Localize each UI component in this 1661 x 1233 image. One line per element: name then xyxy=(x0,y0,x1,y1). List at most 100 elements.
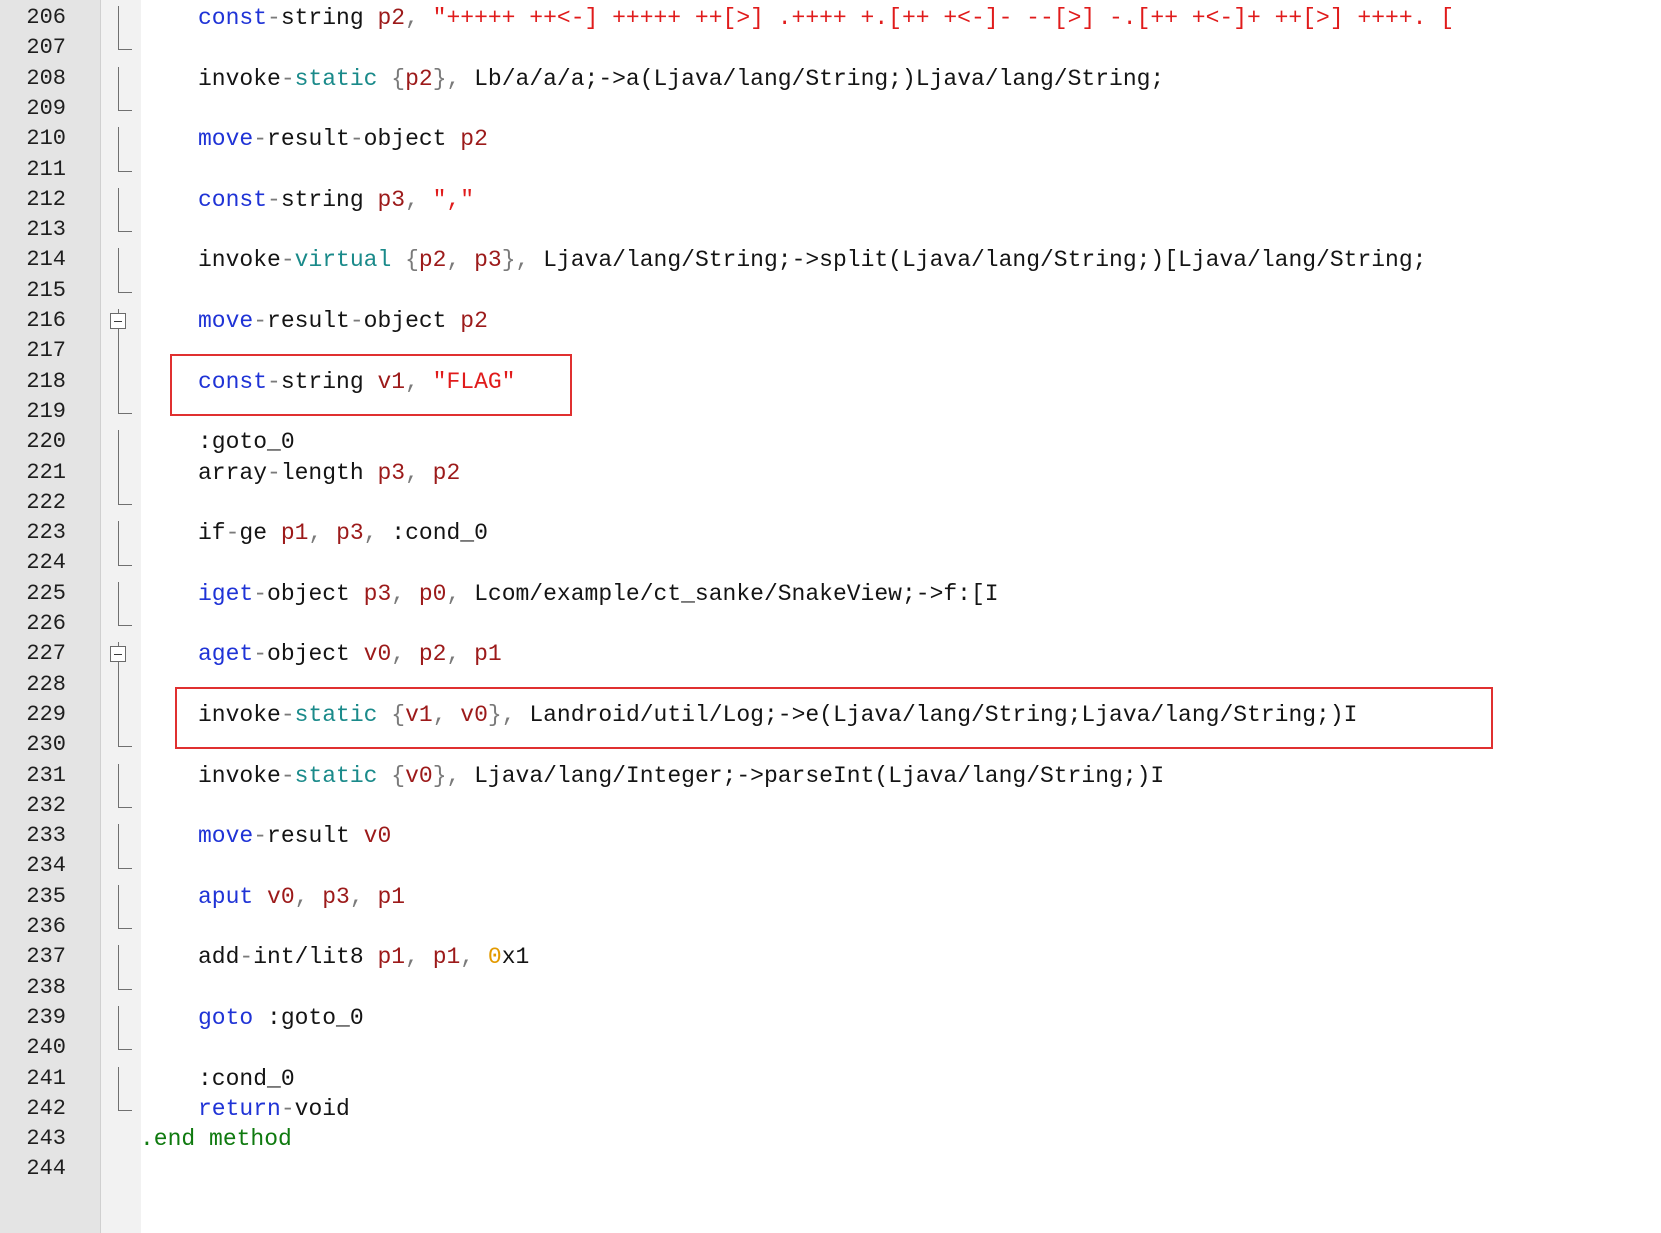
code-line[interactable]: 210 move-result-object p2 xyxy=(0,123,1661,155)
fold-guide-end xyxy=(118,291,132,293)
code-token: p0 xyxy=(418,580,447,607)
code-line[interactable]: 227 aget-object v0, p2, p1 xyxy=(0,638,1661,670)
code-token: const xyxy=(198,5,268,31)
code-line[interactable]: 242 return-void xyxy=(0,1093,1661,1125)
code-line[interactable]: 213 xyxy=(0,214,1661,246)
code-token: iget xyxy=(198,580,254,607)
code-token: p2 xyxy=(377,5,406,31)
line-number: 233 xyxy=(26,823,66,849)
code-line[interactable]: 239 goto :goto_0 xyxy=(0,1002,1661,1034)
code-line[interactable]: 231 invoke-static {v0}, Ljava/lang/Intege… xyxy=(0,760,1661,792)
code-line[interactable]: 238 xyxy=(0,972,1661,1004)
code-line[interactable]: 232 xyxy=(0,790,1661,822)
code-line[interactable]: 209 xyxy=(0,93,1661,125)
code-token: virtual xyxy=(294,247,392,274)
code-line[interactable]: 207 xyxy=(0,32,1661,64)
code-token: move xyxy=(198,308,254,334)
code-line[interactable]: 211 xyxy=(0,154,1661,186)
code-line[interactable]: 233 move-result v0 xyxy=(0,820,1661,852)
fold-guide xyxy=(118,66,119,111)
code-token: array xyxy=(198,459,268,486)
code-token: result xyxy=(267,823,364,850)
code-line[interactable]: 206 const-string p2, "+++++ ++<-] +++++ +… xyxy=(0,2,1661,34)
code-token: result xyxy=(267,308,350,334)
code-line[interactable]: 223 if-ge p1, p3, :cond_0 xyxy=(0,517,1661,549)
code-line[interactable]: 220:goto_0 xyxy=(0,426,1661,458)
code-token: return xyxy=(198,1095,281,1122)
fold-guide xyxy=(118,430,119,504)
code-text: invoke-virtual {p2, p3}, Ljava/lang/Stri… xyxy=(198,244,1426,276)
line-number: 215 xyxy=(26,277,66,303)
line-number: 223 xyxy=(26,520,66,546)
code-line[interactable]: 237 add-int/lit8 p1, p1, 0x1 xyxy=(0,941,1661,973)
code-token: , xyxy=(391,580,419,607)
fold-guide xyxy=(118,945,119,989)
fold-toggle-icon[interactable] xyxy=(110,646,126,663)
code-token: - xyxy=(280,65,295,92)
code-text: add-int/lit8 p1, p1, 0x1 xyxy=(198,941,529,973)
code-token: p2 xyxy=(405,65,433,92)
code-editor[interactable]: 206 const-string p2, "+++++ ++<-] +++++ +… xyxy=(0,0,1661,1233)
code-token: p2 xyxy=(460,308,488,334)
code-line[interactable]: 214 invoke-virtual {p2, p3}, Ljava/lang/S… xyxy=(0,244,1661,276)
code-token: v0 xyxy=(363,641,392,668)
code-text: goto :goto_0 xyxy=(198,1002,364,1034)
fold-guide-end xyxy=(118,503,132,505)
line-number: 212 xyxy=(26,186,66,212)
code-token: { xyxy=(391,247,419,274)
code-line[interactable]: 221 array-length p3, p2 xyxy=(0,457,1661,489)
line-number: 226 xyxy=(26,611,66,636)
code-token: result xyxy=(267,126,350,153)
line-number: 216 xyxy=(26,308,66,333)
code-line[interactable]: 226 xyxy=(0,608,1661,640)
code-text: move-result-object p2 xyxy=(198,123,488,155)
fold-guide xyxy=(118,763,119,807)
code-token: p1 xyxy=(432,944,461,971)
code-line[interactable]: 236 xyxy=(0,911,1661,943)
code-token: - xyxy=(239,944,254,971)
code-line[interactable]: 215 xyxy=(0,275,1661,307)
code-token: move xyxy=(198,823,254,850)
code-token: - xyxy=(280,762,295,789)
code-text: array-length p3, p2 xyxy=(198,457,460,489)
code-token: "+++++ ++<-] +++++ ++[>] .++++ +.[++ +<-… xyxy=(432,5,1455,31)
code-line[interactable]: 241:cond_0 xyxy=(0,1063,1661,1095)
fold-guide-end xyxy=(118,746,132,748)
fold-guide xyxy=(118,1066,119,1110)
line-number: 225 xyxy=(26,580,66,606)
code-token: int/lit8 xyxy=(253,944,378,971)
code-token: , xyxy=(446,641,475,668)
code-token: , xyxy=(446,580,475,607)
fold-guide-end xyxy=(118,806,132,808)
code-line[interactable]: 244 xyxy=(0,1153,1661,1185)
code-token: object xyxy=(363,308,461,334)
code-token: string xyxy=(280,186,378,213)
code-token: , xyxy=(308,520,337,547)
code-line[interactable]: 212 const-string p3, "," xyxy=(0,184,1661,216)
code-line[interactable]: 224 xyxy=(0,547,1661,579)
code-token: , xyxy=(294,883,323,910)
code-line[interactable]: 235 aput v0, p3, p1 xyxy=(0,881,1661,913)
code-token: , xyxy=(446,247,475,274)
code-line[interactable]: 216 move-result-object p2 xyxy=(0,305,1661,337)
code-line[interactable]: 240 xyxy=(0,1032,1661,1064)
code-token: p3 xyxy=(377,459,406,486)
fold-toggle-icon[interactable] xyxy=(110,313,126,329)
line-number: 213 xyxy=(26,217,66,243)
code-token: const xyxy=(198,186,268,213)
code-token: - xyxy=(253,580,268,607)
line-number: 228 xyxy=(26,671,66,697)
line-number: 208 xyxy=(26,65,66,91)
code-token: 0 xyxy=(487,944,502,971)
code-line[interactable]: 234 xyxy=(0,850,1661,882)
code-line[interactable]: 222 xyxy=(0,487,1661,519)
code-line[interactable]: 225 iget-object p3, p0, Lcom/example/ct_s… xyxy=(0,578,1661,610)
code-line[interactable]: 243 .end method xyxy=(0,1123,1661,1155)
code-token: - xyxy=(267,186,281,213)
code-line[interactable]: 208 invoke-static {p2}, Lb/a/a/a;->a(Ljav… xyxy=(0,63,1661,95)
fold-guide-end xyxy=(118,867,132,869)
code-token: object xyxy=(267,641,364,668)
code-token: object xyxy=(363,126,461,153)
code-token: v0 xyxy=(405,762,433,789)
code-token: }, xyxy=(501,247,544,274)
